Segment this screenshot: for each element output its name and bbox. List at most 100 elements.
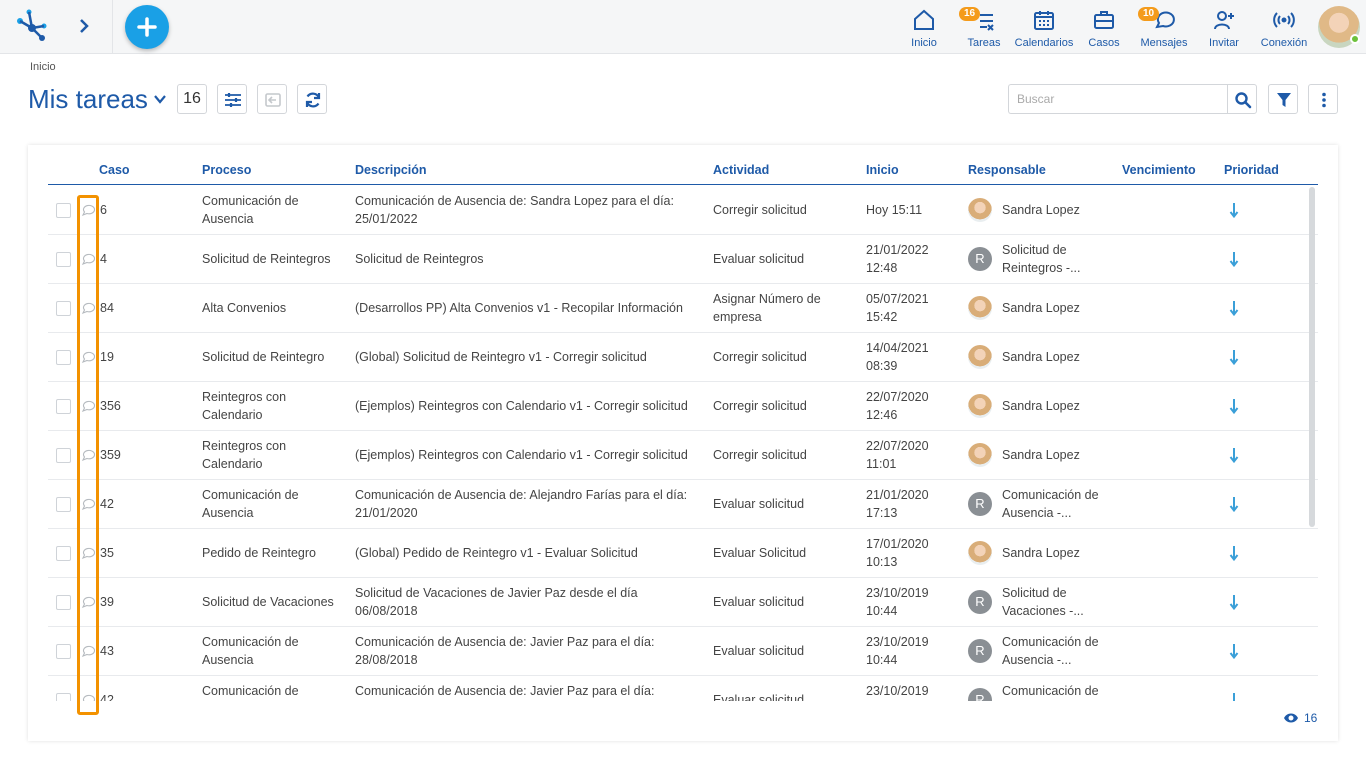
comment-icon[interactable] [81,498,95,510]
table-row[interactable]: 35 Pedido de Reintegro (Global) Pedido de … [48,529,1318,578]
refresh-button[interactable] [297,84,327,114]
table-row[interactable]: 359 Reintegros con Calendario (Ejemplos) R… [48,431,1318,480]
row-checkbox[interactable] [56,693,71,701]
cell-caso[interactable]: 19 [100,333,190,381]
table-row[interactable]: 43 Comunicación de Ausencia Comunicación d… [48,627,1318,676]
cell-caso[interactable]: 6 [100,186,190,234]
more-options-button[interactable] [1308,84,1338,114]
add-button[interactable] [125,5,169,49]
cell-actividad: Evaluar solicitud [713,644,805,658]
comment-icon[interactable] [81,302,95,314]
comment-icon[interactable] [81,253,95,265]
comment-icon[interactable] [81,694,95,701]
table-row[interactable]: 4 Solicitud de Reintegros Solicitud de Rei… [48,235,1318,284]
cell-caso[interactable]: 42 [100,480,190,528]
responsable-name: Sandra Lopez [1002,350,1080,364]
calendar-icon [1034,11,1054,30]
row-checkbox[interactable] [56,448,71,463]
comment-icon[interactable] [81,400,95,412]
nav-inicio[interactable]: Inicio [904,8,944,49]
column-header-responsable[interactable]: Responsable [968,163,1046,177]
search-icon [1235,92,1252,109]
table-row[interactable]: 356 Reintegros con Calendario (Ejemplos) R… [48,382,1318,431]
row-checkbox[interactable] [56,595,71,610]
table-row[interactable]: 42 Comunicación de Ausencia Comunicación d… [48,676,1318,701]
cell-caso[interactable]: 356 [100,382,190,430]
avatar [968,443,992,467]
release-task-button[interactable] [257,84,287,114]
column-header-caso[interactable]: Caso [99,163,130,177]
nav-conexion[interactable]: Conexión [1260,8,1308,49]
low-priority-arrow-icon [1233,693,1235,701]
eye-icon [1284,713,1298,723]
cell-descripcion: Comunicación de Ausencia de: Javier Paz … [355,635,655,667]
comment-icon[interactable] [81,645,95,657]
nav-invitar-label: Invitar [1209,37,1239,49]
column-header-descripcion[interactable]: Descripción [355,163,427,177]
table-row[interactable]: 19 Solicitud de Reintegro (Global) Solicit… [48,333,1318,382]
nav-calendarios[interactable]: Calendarios [1014,8,1074,49]
cell-descripcion: (Ejemplos) Reintegros con Calendario v1 … [355,399,688,413]
filter-button[interactable] [1268,84,1298,114]
comment-icon[interactable] [81,547,95,559]
row-checkbox[interactable] [56,644,71,659]
nav-mensajes-label: Mensajes [1140,37,1188,49]
low-priority-arrow-icon [1229,448,1239,463]
low-priority-arrow-icon [1229,252,1239,267]
cell-proceso: Reintegros con Calendario [202,390,287,422]
search-button[interactable] [1227,84,1257,114]
cell-caso[interactable]: 4 [100,235,190,283]
nav-tareas[interactable]: 16 Tareas [959,7,1006,49]
cell-caso[interactable]: 39 [100,578,190,626]
comment-icon[interactable] [81,449,95,461]
table-row[interactable]: 42 Comunicación de Ausencia Comunicación d… [48,480,1318,529]
cell-descripcion: Comunicación de Ausencia de: Alejandro F… [355,488,688,520]
responsable-name: Sandra Lopez [1002,399,1080,413]
table-row[interactable]: 84 Alta Convenios (Desarrollos PP) Alta Co… [48,284,1318,333]
search-input[interactable] [1008,84,1228,114]
invite-user-icon [1214,11,1234,30]
top-bar: Inicio 16 Tareas Calendarios Casos 10 Me… [0,0,1366,54]
nav-casos[interactable]: Casos [1086,8,1122,49]
row-checkbox[interactable] [56,546,71,561]
column-header-vencimiento[interactable]: Vencimiento [1122,163,1196,177]
comment-icon[interactable] [81,596,95,608]
page-title[interactable]: Mis tareas [28,84,148,115]
row-checkbox[interactable] [56,301,71,316]
row-checkbox[interactable] [56,203,71,218]
nav-mensajes[interactable]: 10 Mensajes [1138,7,1190,49]
comment-icon[interactable] [81,204,95,216]
cell-caso[interactable]: 84 [100,284,190,332]
column-header-proceso[interactable]: Proceso [202,163,251,177]
cell-actividad: Evaluar solicitud [713,693,805,701]
cell-caso[interactable]: 359 [100,431,190,479]
column-header-actividad[interactable]: Actividad [713,163,769,177]
chevron-down-icon[interactable] [154,94,166,104]
app-logo-icon[interactable] [14,8,50,44]
column-header-inicio[interactable]: Inicio [866,163,899,177]
avatar: R [968,639,992,663]
table-row[interactable]: 6 Comunicación de Ausencia Comunicación de… [48,186,1318,235]
cell-proceso: Pedido de Reintegro [202,546,316,560]
low-priority-arrow-icon [1229,546,1239,561]
comment-icon[interactable] [81,351,95,363]
table-row[interactable]: 39 Solicitud de Vacaciones Solicitud de Va… [48,578,1318,627]
cell-caso[interactable]: 42 [100,676,190,701]
row-checkbox[interactable] [56,497,71,512]
release-icon [265,93,281,107]
cell-caso[interactable]: 43 [100,627,190,675]
columns-settings-button[interactable] [217,84,247,114]
cell-caso[interactable]: 35 [100,529,190,577]
row-checkbox[interactable] [56,350,71,365]
row-checkbox[interactable] [56,252,71,267]
cell-inicio: 23/10/2019 10:44 [866,586,929,618]
expand-menu-chevron-icon[interactable] [74,16,94,36]
responsable-name: Comunicación de Ausencia -... [1002,488,1099,520]
column-header-prioridad[interactable]: Prioridad [1224,163,1279,177]
breadcrumb[interactable]: Inicio [30,61,56,73]
cell-proceso: Comunicación de Ausencia [202,684,299,698]
cell-responsable: Sandra Lopez [968,333,1118,381]
scrollbar[interactable] [1309,187,1315,527]
row-checkbox[interactable] [56,399,71,414]
nav-invitar[interactable]: Invitar [1206,8,1242,49]
